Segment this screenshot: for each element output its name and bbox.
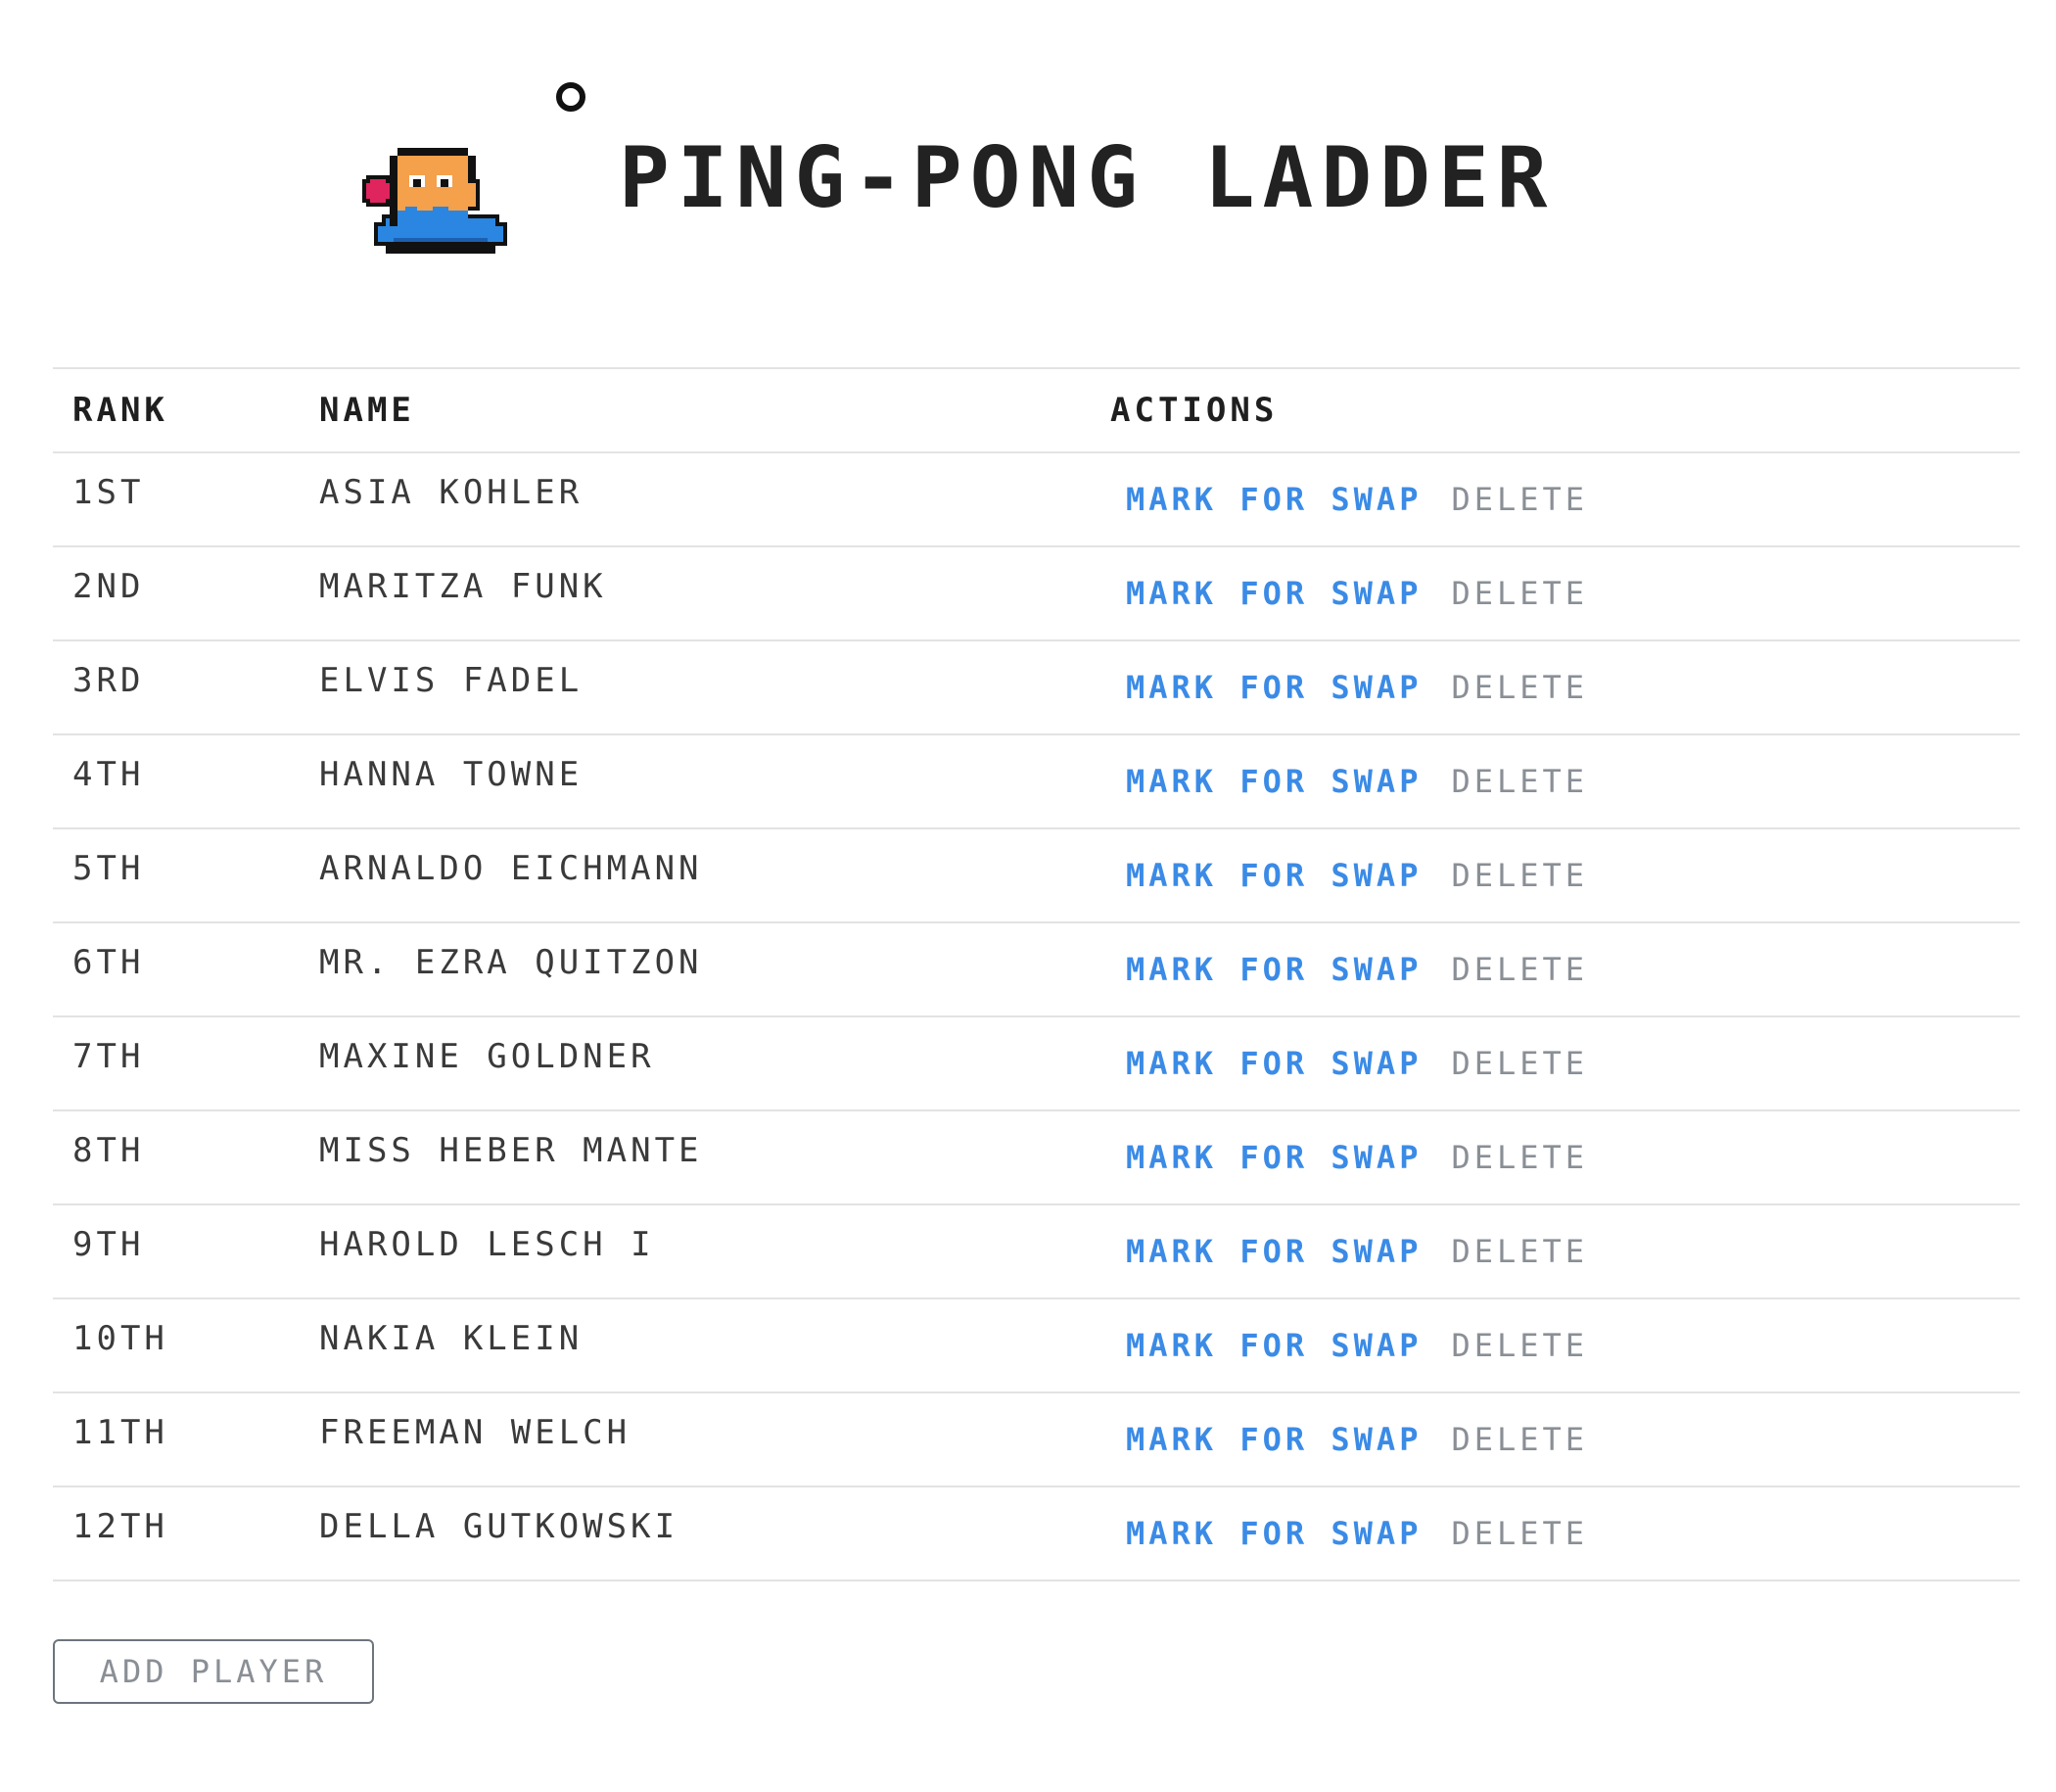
actions-cell: MARK FOR SWAP DELETE bbox=[1110, 923, 1588, 1015]
delete-link[interactable]: DELETE bbox=[1451, 951, 1588, 988]
mark-for-swap-link[interactable]: MARK FOR SWAP bbox=[1126, 1045, 1422, 1082]
delete-link[interactable]: DELETE bbox=[1451, 1327, 1588, 1364]
actions-cell: MARK FOR SWAP DELETE bbox=[1110, 641, 1588, 733]
actions-cell: MARK FOR SWAP DELETE bbox=[1110, 1393, 1588, 1485]
actions-cell: MARK FOR SWAP DELETE bbox=[1110, 829, 1588, 921]
table-row: 1ST ASIA KOHLER MARK FOR SWAP DELETE bbox=[53, 453, 2020, 547]
mark-for-swap-link[interactable]: MARK FOR SWAP bbox=[1126, 1421, 1422, 1458]
ping-pong-ball-icon bbox=[556, 82, 585, 112]
table-row: 12TH DELLA GUTKOWSKI MARK FOR SWAP DELETE bbox=[53, 1487, 2020, 1581]
player-name-cell: MR. EZRA QUITZON bbox=[319, 943, 703, 982]
ladder-table: RANK NAME ACTIONS 1ST ASIA KOHLER MARK FOR… bbox=[53, 367, 2020, 1581]
delete-link[interactable]: DELETE bbox=[1451, 669, 1588, 706]
table-body: 1ST ASIA KOHLER MARK FOR SWAP DELETE 2ND MARI… bbox=[53, 453, 2020, 1581]
delete-link[interactable]: DELETE bbox=[1451, 1045, 1588, 1082]
player-name-cell: MISS HEBER MANTE bbox=[319, 1131, 703, 1170]
actions-cell: MARK FOR SWAP DELETE bbox=[1110, 1487, 1588, 1580]
page-title: PING-PONG LADDER bbox=[619, 129, 1556, 227]
add-player-button[interactable]: ADD PLAYER bbox=[53, 1639, 374, 1704]
player-name-cell: NAKIA KLEIN bbox=[319, 1319, 584, 1358]
mark-for-swap-link[interactable]: MARK FOR SWAP bbox=[1126, 669, 1422, 706]
table-row: 11TH FREEMAN WELCH MARK FOR SWAP DELETE bbox=[53, 1393, 2020, 1487]
mark-for-swap-link[interactable]: MARK FOR SWAP bbox=[1126, 857, 1422, 894]
column-header-actions: ACTIONS bbox=[1110, 391, 1279, 430]
delete-link[interactable]: DELETE bbox=[1451, 1515, 1588, 1552]
delete-link[interactable]: DELETE bbox=[1451, 575, 1588, 612]
mark-for-swap-link[interactable]: MARK FOR SWAP bbox=[1126, 1233, 1422, 1270]
rank-cell: 11TH bbox=[72, 1413, 168, 1452]
actions-cell: MARK FOR SWAP DELETE bbox=[1110, 453, 1588, 545]
player-name-cell: ELVIS FADEL bbox=[319, 661, 584, 700]
rank-cell: 3RD bbox=[72, 661, 145, 700]
rank-cell: 9TH bbox=[72, 1225, 145, 1264]
mark-for-swap-link[interactable]: MARK FOR SWAP bbox=[1126, 481, 1422, 518]
player-name-cell: FREEMAN WELCH bbox=[319, 1413, 631, 1452]
page-header: PING-PONG LADDER bbox=[0, 0, 2056, 333]
rank-cell: 2ND bbox=[72, 567, 145, 606]
player-name-cell: MAXINE GOLDNER bbox=[319, 1037, 655, 1076]
delete-link[interactable]: DELETE bbox=[1451, 1139, 1588, 1176]
table-row: 6TH MR. EZRA QUITZON MARK FOR SWAP DELETE bbox=[53, 923, 2020, 1017]
delete-link[interactable]: DELETE bbox=[1451, 763, 1588, 800]
pixel-mascot-with-paddle-icon bbox=[362, 148, 507, 254]
table-row: 7TH MAXINE GOLDNER MARK FOR SWAP DELETE bbox=[53, 1017, 2020, 1111]
player-name-cell: MARITZA FUNK bbox=[319, 567, 607, 606]
table-header-row: RANK NAME ACTIONS bbox=[53, 369, 2020, 453]
actions-cell: MARK FOR SWAP DELETE bbox=[1110, 1111, 1588, 1203]
actions-cell: MARK FOR SWAP DELETE bbox=[1110, 1299, 1588, 1391]
table-row: 3RD ELVIS FADEL MARK FOR SWAP DELETE bbox=[53, 641, 2020, 735]
actions-cell: MARK FOR SWAP DELETE bbox=[1110, 547, 1588, 639]
rank-cell: 5TH bbox=[72, 849, 145, 888]
mark-for-swap-link[interactable]: MARK FOR SWAP bbox=[1126, 1515, 1422, 1552]
rank-cell: 6TH bbox=[72, 943, 145, 982]
rank-cell: 12TH bbox=[72, 1507, 168, 1546]
mark-for-swap-link[interactable]: MARK FOR SWAP bbox=[1126, 1139, 1422, 1176]
delete-link[interactable]: DELETE bbox=[1451, 1421, 1588, 1458]
mark-for-swap-link[interactable]: MARK FOR SWAP bbox=[1126, 575, 1422, 612]
player-name-cell: HAROLD LESCH I bbox=[319, 1225, 655, 1264]
column-header-name: NAME bbox=[319, 391, 415, 430]
table-row: 10TH NAKIA KLEIN MARK FOR SWAP DELETE bbox=[53, 1299, 2020, 1393]
mark-for-swap-link[interactable]: MARK FOR SWAP bbox=[1126, 1327, 1422, 1364]
rank-cell: 4TH bbox=[72, 755, 145, 794]
player-name-cell: HANNA TOWNE bbox=[319, 755, 584, 794]
player-name-cell: ARNALDO EICHMANN bbox=[319, 849, 703, 888]
table-row: 9TH HAROLD LESCH I MARK FOR SWAP DELETE bbox=[53, 1205, 2020, 1299]
delete-link[interactable]: DELETE bbox=[1451, 481, 1588, 518]
table-row: 5TH ARNALDO EICHMANN MARK FOR SWAP DELETE bbox=[53, 829, 2020, 923]
rank-cell: 10TH bbox=[72, 1319, 168, 1358]
table-row: 4TH HANNA TOWNE MARK FOR SWAP DELETE bbox=[53, 735, 2020, 829]
actions-cell: MARK FOR SWAP DELETE bbox=[1110, 1205, 1588, 1297]
column-header-rank: RANK bbox=[72, 391, 168, 430]
actions-cell: MARK FOR SWAP DELETE bbox=[1110, 1017, 1588, 1109]
player-name-cell: ASIA KOHLER bbox=[319, 473, 584, 512]
rank-cell: 8TH bbox=[72, 1131, 145, 1170]
delete-link[interactable]: DELETE bbox=[1451, 1233, 1588, 1270]
delete-link[interactable]: DELETE bbox=[1451, 857, 1588, 894]
player-name-cell: DELLA GUTKOWSKI bbox=[319, 1507, 679, 1546]
table-row: 8TH MISS HEBER MANTE MARK FOR SWAP DELETE bbox=[53, 1111, 2020, 1205]
mark-for-swap-link[interactable]: MARK FOR SWAP bbox=[1126, 763, 1422, 800]
mark-for-swap-link[interactable]: MARK FOR SWAP bbox=[1126, 951, 1422, 988]
rank-cell: 1ST bbox=[72, 473, 145, 512]
actions-cell: MARK FOR SWAP DELETE bbox=[1110, 735, 1588, 827]
rank-cell: 7TH bbox=[72, 1037, 145, 1076]
table-row: 2ND MARITZA FUNK MARK FOR SWAP DELETE bbox=[53, 547, 2020, 641]
